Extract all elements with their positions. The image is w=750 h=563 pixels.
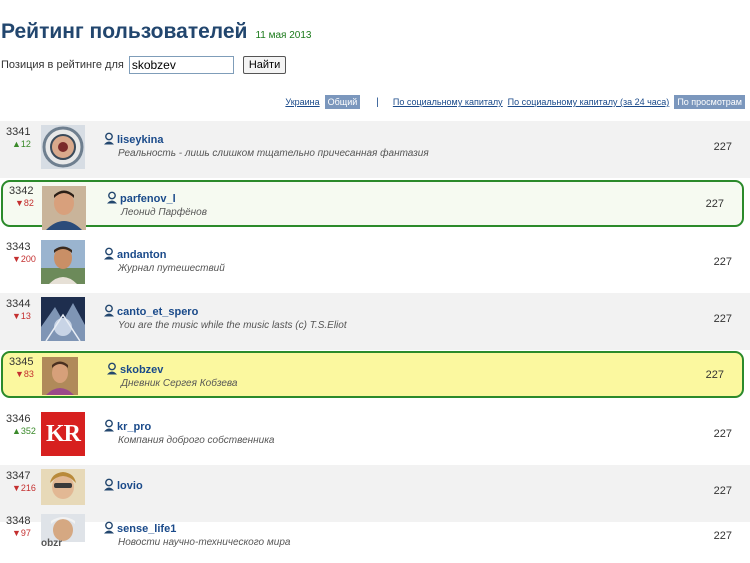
- username-text: liseykina: [117, 134, 164, 146]
- rank-change: ▲12: [12, 139, 31, 149]
- username-link[interactable]: kr_pro: [103, 419, 151, 435]
- username-text: parfenov_l: [120, 193, 176, 205]
- user-icon: [103, 419, 115, 435]
- rating-row: 3342 ▼82 parfenov_l Леонид Парфёнов 227: [1, 180, 744, 230]
- rank-search-form: Позиция в рейтинге для Найти: [1, 56, 287, 74]
- rank-change: ▼216: [12, 483, 36, 493]
- avatar[interactable]: [41, 297, 85, 341]
- rank-change: ▼200: [12, 254, 36, 264]
- search-input[interactable]: [128, 56, 234, 74]
- username-link[interactable]: sense_life1: [103, 521, 176, 537]
- username-link[interactable]: andanton: [103, 247, 167, 263]
- user-icon: [106, 191, 118, 207]
- rank-number: 3342: [9, 185, 34, 197]
- rank-change: ▼97: [12, 528, 31, 538]
- username-link[interactable]: lovio: [103, 478, 143, 494]
- avatar[interactable]: KR: [41, 412, 85, 456]
- user-description: Реальность - лишь слишком тщательно прич…: [118, 148, 429, 159]
- avatar[interactable]: [41, 125, 85, 169]
- rank-change: ▼83: [15, 369, 34, 379]
- rating-score: 227: [713, 141, 732, 153]
- rating-row: 3343 ▼200 andanton Журнал путешествий 22…: [0, 236, 750, 293]
- filter-general[interactable]: Общий: [324, 95, 361, 109]
- rating-score: 227: [713, 256, 732, 268]
- filter-ukraine[interactable]: Украина: [285, 97, 319, 107]
- username-text: kr_pro: [117, 421, 152, 433]
- username-text: lovio: [117, 480, 143, 492]
- rating-score: 227: [713, 530, 732, 542]
- rank-change: ▼82: [15, 198, 34, 208]
- rank-change: ▼13: [12, 311, 31, 321]
- user-description: Леонид Парфёнов: [121, 207, 207, 218]
- rank-number: 3347: [6, 470, 31, 482]
- username-link[interactable]: liseykina: [103, 132, 163, 148]
- rank-number: 3343: [6, 241, 31, 253]
- rating-score: 227: [713, 313, 732, 325]
- rank-number: 3345: [9, 356, 34, 368]
- page-title: Рейтинг пользователей: [1, 20, 248, 43]
- user-icon: [103, 304, 115, 320]
- rank-number: 3348: [6, 515, 31, 527]
- avatar[interactable]: [42, 357, 78, 395]
- user-description: Дневник Сергея Кобзева: [121, 378, 238, 389]
- page-date: 11 мая 2013: [255, 30, 312, 41]
- username-link[interactable]: canto_et_spero: [103, 304, 198, 320]
- search-label: Позиция в рейтинге для: [1, 59, 124, 71]
- avatar[interactable]: [41, 469, 85, 505]
- rating-score: 227: [713, 485, 732, 497]
- username-text: sense_life1: [117, 523, 177, 535]
- rating-score: 227: [713, 428, 732, 440]
- filter-social-capital-24h[interactable]: По социальному капиталу (за 24 часа): [508, 97, 670, 107]
- rating-filters: Украина Общий | По социальному капиталу …: [280, 95, 745, 109]
- user-description: You are the music while the music lasts …: [118, 320, 347, 331]
- user-icon: [103, 478, 115, 494]
- avatar[interactable]: obzr: [41, 514, 85, 558]
- avatar-watermark-text: obzr: [41, 538, 63, 549]
- username-text: canto_et_spero: [117, 306, 199, 318]
- rating-row: 3348 ▼97 obzr sense_life1 Новости научно…: [0, 510, 750, 563]
- rank-change: ▲352: [12, 426, 36, 436]
- rating-row-current-user: 3345 ▼83 skobzev Дневник Сергея Кобзева …: [1, 351, 744, 398]
- avatar-logo-text: KR: [46, 420, 81, 447]
- rating-row: 3346 ▲352 KR kr_pro Компания доброго соб…: [0, 408, 750, 465]
- username-text: skobzev: [120, 364, 164, 376]
- page-header: Рейтинг пользователей 11 мая 2013: [0, 20, 312, 44]
- rank-number: 3341: [6, 126, 31, 138]
- rating-score: 227: [705, 198, 724, 210]
- rating-row: 3341 ▲12 liseykina Реальность - лишь сли…: [0, 121, 750, 178]
- filter-separator: |: [376, 96, 379, 108]
- user-icon: [103, 247, 115, 263]
- username-text: andanton: [117, 249, 167, 261]
- filter-by-views[interactable]: По просмотрам: [674, 95, 745, 109]
- rank-number: 3346: [6, 413, 31, 425]
- avatar[interactable]: [41, 240, 85, 284]
- user-icon: [103, 521, 115, 537]
- rating-score: 227: [705, 369, 724, 381]
- username-link[interactable]: skobzev: [106, 362, 163, 378]
- avatar[interactable]: [42, 186, 86, 230]
- user-description: Новости научно-технического мира: [118, 537, 291, 548]
- rating-row: 3344 ▼13 canto_et_spero You are the musi…: [0, 293, 750, 350]
- rank-number: 3344: [6, 298, 31, 310]
- user-description: Компания доброго собственника: [118, 435, 275, 446]
- user-icon: [103, 132, 115, 148]
- user-icon: [106, 362, 118, 378]
- username-link[interactable]: parfenov_l: [106, 191, 176, 207]
- filter-social-capital[interactable]: По социальному капиталу: [393, 97, 503, 107]
- find-button[interactable]: Найти: [242, 56, 287, 74]
- user-description: Журнал путешествий: [118, 263, 225, 274]
